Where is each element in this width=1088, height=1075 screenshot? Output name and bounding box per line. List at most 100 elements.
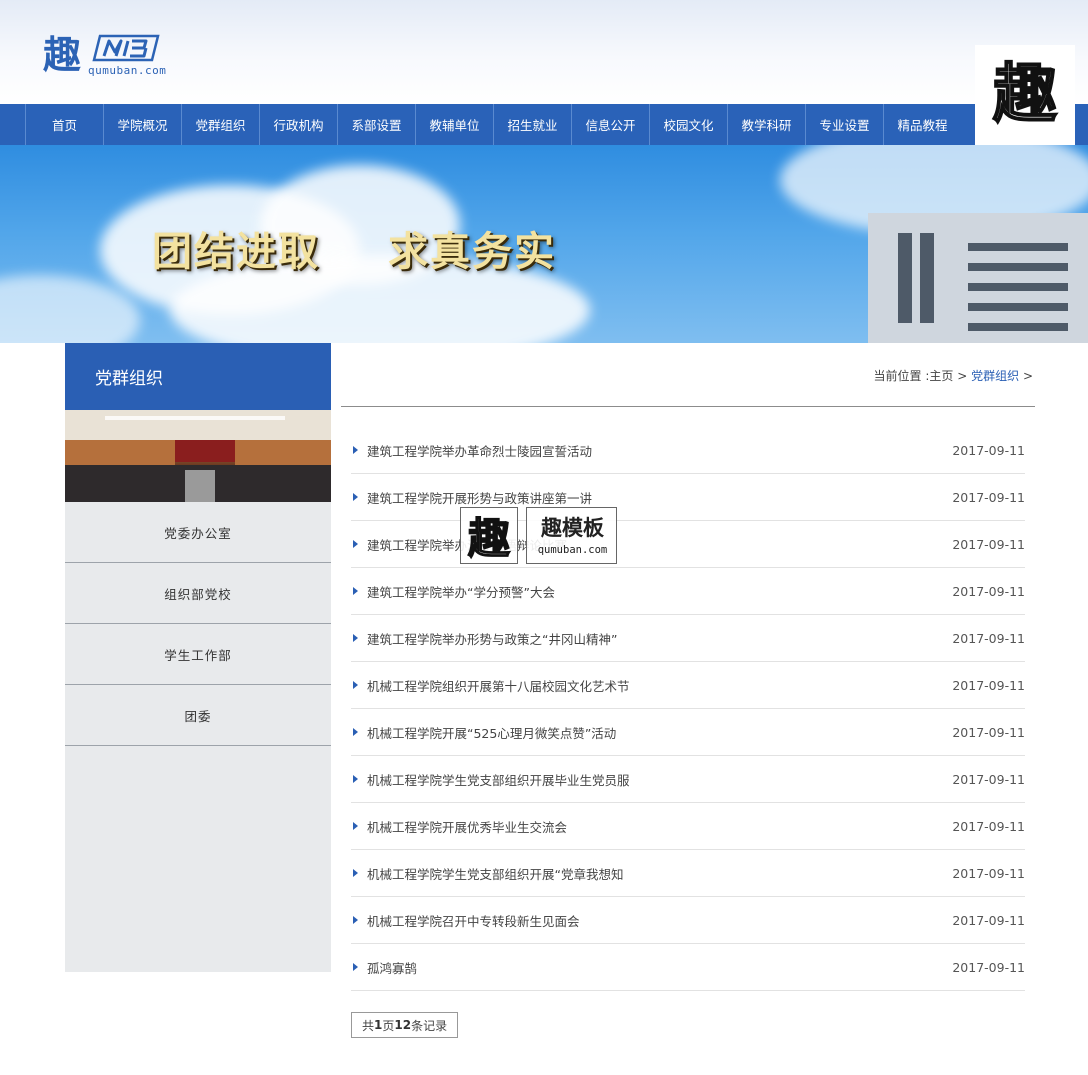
news-date: 2017-09-11: [952, 818, 1025, 834]
news-date: 2017-09-11: [952, 771, 1025, 787]
watermark-badge-glyph: 趣: [992, 57, 1058, 132]
main-nav: 首页 学院概况 党群组织 行政机构 系部设置 教辅单位 招生就业 信息公开 校园文化 教学科研 专业…: [0, 104, 1088, 145]
news-list: 建筑工程学院举办革命烈士陵园宣誓活动 2017-09-11 建筑工程学院开展形势与政…: [351, 427, 1025, 991]
pager-mid: 页: [382, 1018, 395, 1033]
hero-banner: 团结进取 求真务实: [0, 145, 1088, 343]
bullet-arrow-icon: [353, 963, 358, 971]
site-header: 趣 qumuban.com: [0, 0, 1088, 104]
news-item[interactable]: 机械工程学院学生党支部组织开展“党章我想知 2017-09-11: [351, 850, 1025, 897]
news-date: 2017-09-11: [952, 912, 1025, 928]
nav-item[interactable]: 行政机构: [259, 104, 337, 145]
sidebar-menu-item[interactable]: 党委办公室: [65, 502, 331, 563]
breadcrumb: 当前位置 :主页 > 党群组织 >: [874, 367, 1034, 384]
banner-slogan-right: 求真务实: [388, 228, 556, 275]
watermark-badge: 趣: [975, 45, 1075, 145]
news-item[interactable]: 机械工程学院开展优秀毕业生交流会 2017-09-11: [351, 803, 1025, 850]
breadcrumb-separator: >: [957, 369, 968, 383]
watermark-text-box: 趣模板 qumuban.com: [526, 507, 617, 564]
sidebar-auditorium-photo: [65, 410, 331, 502]
pager-record-count: 12: [394, 1018, 412, 1032]
news-date: 2017-09-11: [952, 959, 1025, 975]
bullet-arrow-icon: [353, 869, 358, 877]
news-title-link[interactable]: 建筑工程学院开展形势与政策讲座第一讲: [367, 488, 945, 507]
bullet-arrow-icon: [353, 916, 358, 924]
breadcrumb-current-link[interactable]: 党群组织: [971, 369, 1019, 383]
sidebar-menu-item[interactable]: 组织部党校: [65, 563, 331, 624]
breadcrumb-home-link[interactable]: 主页: [929, 369, 953, 383]
pager-prefix: 共: [362, 1018, 375, 1033]
nav-item[interactable]: 教辅单位: [415, 104, 493, 145]
news-title-link[interactable]: 建筑工程学院举办“学分预警”大会: [367, 582, 945, 601]
news-title-link[interactable]: 机械工程学院学生党支部组织开展“党章我想知: [367, 864, 945, 883]
news-item[interactable]: 建筑工程学院举办“学分预警”大会 2017-09-11: [351, 568, 1025, 615]
news-date: 2017-09-11: [952, 677, 1025, 693]
nav-item[interactable]: 学院概况: [103, 104, 181, 145]
cloud-shape: [0, 275, 140, 343]
sidebar: 党群组织 党委办公室 组织部党校 学生工作部 团委: [65, 343, 331, 972]
watermark-glyph: 趣: [467, 513, 511, 564]
nav-item[interactable]: 精品教程: [883, 104, 961, 145]
news-date: 2017-09-11: [952, 489, 1025, 505]
nav-item[interactable]: 系部设置: [337, 104, 415, 145]
news-item[interactable]: 机械工程学院学生党支部组织开展毕业生党员服 2017-09-11: [351, 756, 1025, 803]
news-title-link[interactable]: 机械工程学院召开中专转段新生见面会: [367, 911, 945, 930]
bullet-arrow-icon: [353, 822, 358, 830]
nav-item[interactable]: 首页: [25, 104, 103, 145]
watermark-glyph-box: 趣: [460, 507, 518, 564]
nav-item[interactable]: 招生就业: [493, 104, 571, 145]
bullet-arrow-icon: [353, 634, 358, 642]
auditorium-image: [65, 410, 331, 502]
news-item[interactable]: 机械工程学院召开中专转段新生见面会 2017-09-11: [351, 897, 1025, 944]
news-item[interactable]: 孤鸿寡鹄 2017-09-11: [351, 944, 1025, 991]
sidebar-title: 党群组织: [65, 343, 331, 410]
watermark-site: qumuban.com: [537, 544, 608, 556]
news-item[interactable]: 建筑工程学院开展形势与政策讲座第一讲 2017-09-11: [351, 474, 1025, 521]
pager-page-count: 1: [374, 1018, 383, 1032]
breadcrumb-prefix: 当前位置 :: [873, 369, 930, 383]
news-title-link[interactable]: 孤鸿寡鹄: [367, 958, 945, 977]
nav-item[interactable]: 信息公开: [571, 104, 649, 145]
news-title-link[interactable]: 建筑工程学院举办革命烈士陵园宣誓活动: [367, 441, 945, 460]
news-date: 2017-09-11: [952, 724, 1025, 740]
news-title-link[interactable]: 建筑工程学院举办湖畔英语辩论比赛: [367, 535, 945, 554]
nav-item[interactable]: 党群组织: [181, 104, 259, 145]
news-date: 2017-09-11: [952, 442, 1025, 458]
news-item[interactable]: 建筑工程学院举办湖畔英语辩论比赛 2017-09-11: [351, 521, 1025, 568]
main-nav-list: 首页 学院概况 党群组织 行政机构 系部设置 教辅单位 招生就业 信息公开 校园文化 教学科研 专业…: [25, 104, 961, 145]
pagination-summary: 共 1 页 12 条记录: [351, 1012, 459, 1038]
bullet-arrow-icon: [353, 775, 358, 783]
watermark-title: 趣模板: [541, 516, 604, 540]
content-divider: [341, 406, 1035, 407]
news-title-link[interactable]: 机械工程学院组织开展第十八届校园文化艺术节: [367, 676, 945, 695]
nav-item[interactable]: 校园文化: [649, 104, 727, 145]
bullet-arrow-icon: [353, 540, 358, 548]
logo-site-text: qumuban.com: [88, 64, 167, 77]
banner-building: [868, 213, 1088, 343]
logo-glyph: 趣: [42, 32, 81, 77]
news-title-link[interactable]: 机械工程学院开展优秀毕业生交流会: [367, 817, 945, 836]
nav-item[interactable]: 专业设置: [805, 104, 883, 145]
sidebar-menu: 党委办公室 组织部党校 学生工作部 团委: [65, 502, 331, 746]
news-date: 2017-09-11: [952, 630, 1025, 646]
breadcrumb-tail: >: [1022, 369, 1033, 383]
news-title-link[interactable]: 机械工程学院学生党支部组织开展毕业生党员服: [367, 770, 945, 789]
news-item[interactable]: 机械工程学院开展“525心理月微笑点赞”活动 2017-09-11: [351, 709, 1025, 756]
logo-mark-icon: [92, 34, 160, 62]
news-date: 2017-09-11: [952, 536, 1025, 552]
news-title-link[interactable]: 机械工程学院开展“525心理月微笑点赞”活动: [367, 723, 945, 742]
nav-item[interactable]: 教学科研: [727, 104, 805, 145]
bullet-arrow-icon: [353, 681, 358, 689]
banner-slogan-left: 团结进取: [152, 228, 320, 275]
bullet-arrow-icon: [353, 493, 358, 501]
site-logo[interactable]: 趣 qumuban.com: [38, 32, 168, 82]
news-item[interactable]: 机械工程学院组织开展第十八届校园文化艺术节 2017-09-11: [351, 662, 1025, 709]
bullet-arrow-icon: [353, 728, 358, 736]
news-title-link[interactable]: 建筑工程学院举办形势与政策之“井冈山精神”: [367, 629, 945, 648]
sidebar-menu-item[interactable]: 学生工作部: [65, 624, 331, 685]
bullet-arrow-icon: [353, 446, 358, 454]
sidebar-menu-item[interactable]: 团委: [65, 685, 331, 746]
pager-suffix: 条记录: [411, 1018, 448, 1033]
news-item[interactable]: 建筑工程学院举办形势与政策之“井冈山精神” 2017-09-11: [351, 615, 1025, 662]
news-date: 2017-09-11: [952, 865, 1025, 881]
news-item[interactable]: 建筑工程学院举办革命烈士陵园宣誓活动 2017-09-11: [351, 427, 1025, 474]
